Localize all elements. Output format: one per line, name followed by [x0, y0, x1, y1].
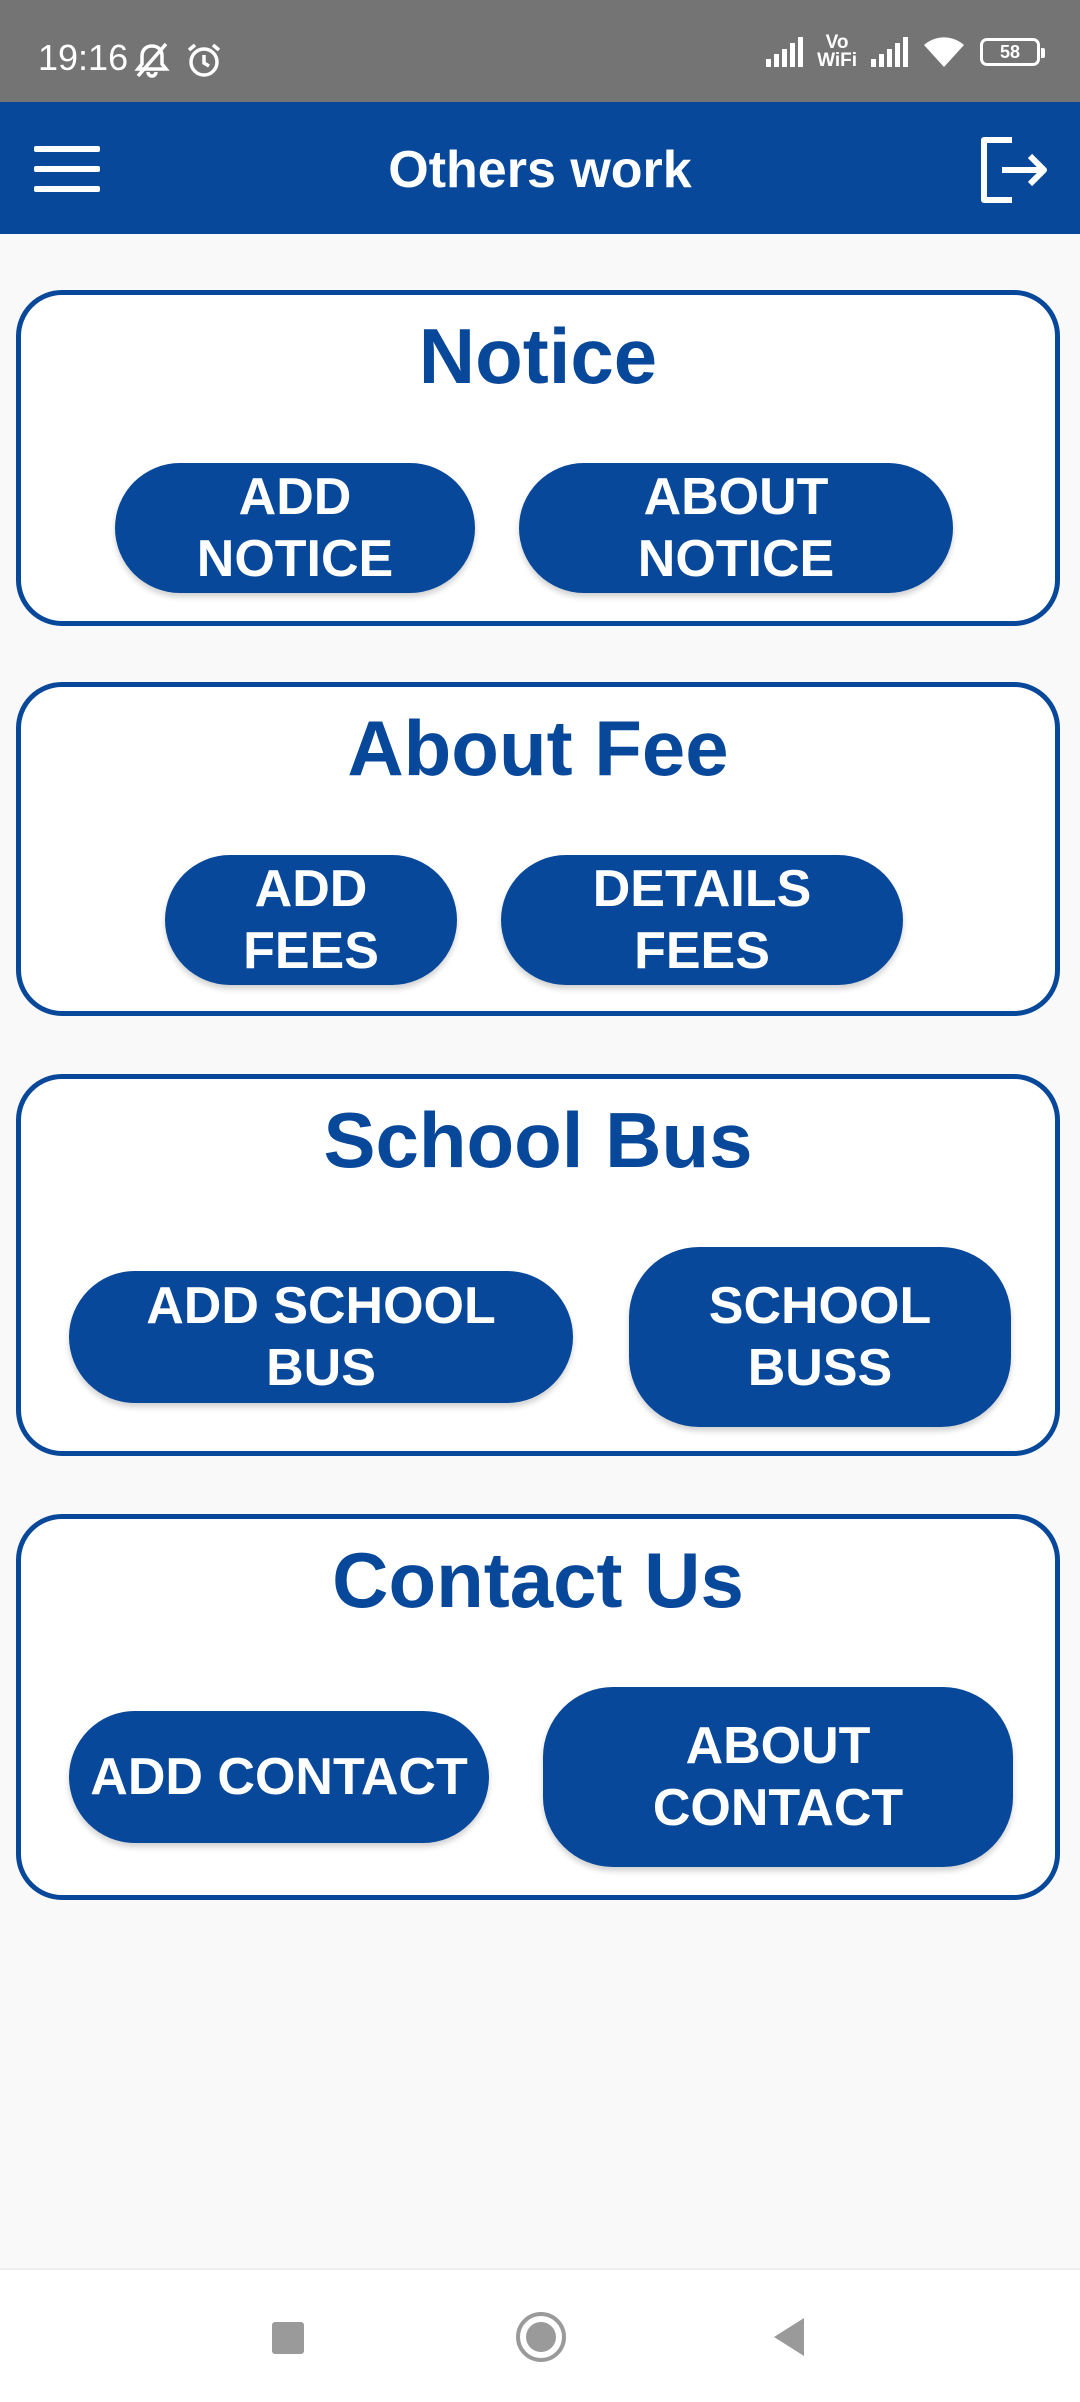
- recents-icon[interactable]: [270, 2320, 306, 2356]
- bell-off-icon: [134, 42, 170, 78]
- contact-title: Contact Us: [332, 1536, 744, 1624]
- notice-title: Notice: [418, 312, 658, 400]
- cell-signal-2-icon: [871, 37, 908, 67]
- fee-card: About Fee ADD FEES DETAILS FEES: [16, 682, 1060, 1016]
- home-icon[interactable]: [514, 2310, 568, 2364]
- about-contact-button[interactable]: ABOUT CONTACT: [543, 1687, 1013, 1867]
- add-contact-button[interactable]: ADD CONTACT: [69, 1711, 489, 1843]
- logout-icon[interactable]: [972, 130, 1052, 210]
- app-bar: Others work: [0, 102, 1080, 234]
- fee-title: About Fee: [347, 704, 729, 792]
- vowifi-indicator: Vo WiFi: [817, 32, 857, 71]
- battery-indicator: 58: [980, 38, 1045, 66]
- alarm-icon: [187, 43, 221, 77]
- system-nav-bar: [0, 2268, 1080, 2402]
- notice-card: Notice ADD NOTICE ABOUT NOTICE: [16, 290, 1060, 626]
- add-school-bus-button[interactable]: ADD SCHOOL BUS: [69, 1271, 573, 1403]
- contact-card: Contact Us ADD CONTACT ABOUT CONTACT: [16, 1514, 1060, 1900]
- cell-signal-icon: [766, 37, 804, 67]
- wifi-icon: [924, 37, 964, 67]
- school-bus-card: School Bus ADD SCHOOL BUS SCHOOL BUSS: [16, 1074, 1060, 1456]
- school-buss-button[interactable]: SCHOOL BUSS: [629, 1247, 1011, 1427]
- details-fees-button[interactable]: DETAILS FEES: [501, 855, 903, 985]
- back-icon[interactable]: [770, 2316, 808, 2358]
- add-fees-button[interactable]: ADD FEES: [165, 855, 457, 985]
- school-bus-title: School Bus: [323, 1096, 753, 1184]
- add-notice-button[interactable]: ADD NOTICE: [115, 463, 475, 593]
- about-notice-button[interactable]: ABOUT NOTICE: [519, 463, 953, 593]
- status-time: 19:16: [38, 37, 129, 78]
- status-bar: 19:16 Vo WiFi 58: [0, 0, 1080, 102]
- page-title: Others work: [388, 141, 692, 199]
